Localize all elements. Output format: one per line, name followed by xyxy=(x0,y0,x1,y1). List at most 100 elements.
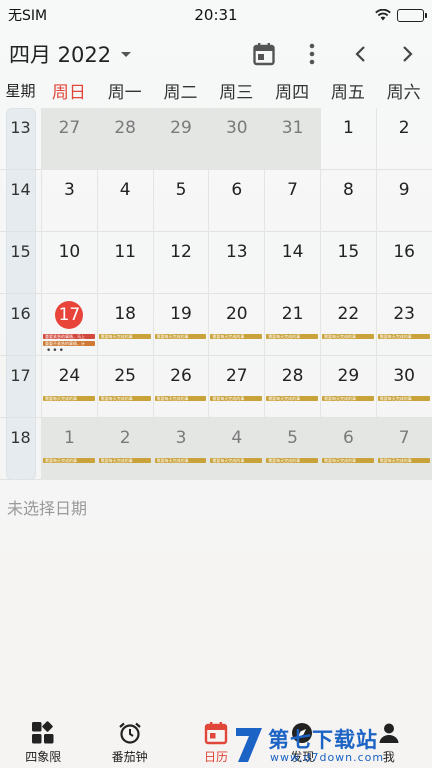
day-cell[interactable]: 13 xyxy=(208,232,264,294)
day-cell[interactable]: 11 xyxy=(96,232,153,294)
event-chip[interactable]: 需要每天完成的事 xyxy=(266,458,318,463)
day-cell[interactable]: 4 需要每天完成的事 xyxy=(208,418,265,480)
event-chip[interactable]: 需要每天完成的事 xyxy=(210,458,263,463)
day-cell[interactable]: 9 xyxy=(375,170,432,232)
more-menu-button[interactable] xyxy=(288,34,336,74)
day-cell[interactable]: 7 需要每天完成的事 xyxy=(375,418,432,480)
event-chip[interactable]: 需要每天完成的事 xyxy=(210,396,263,401)
day-cell[interactable]: 28 需要每天完成的事 xyxy=(264,356,320,418)
day-cell[interactable]: 6 需要每天完成的事 xyxy=(319,418,376,480)
day-cell[interactable]: 1 xyxy=(319,108,376,170)
day-cell[interactable]: 6 xyxy=(208,170,264,232)
today-marker: 17 xyxy=(55,301,84,329)
previous-month-button[interactable] xyxy=(336,34,384,74)
battery-icon xyxy=(397,8,427,22)
event-chip[interactable]: 重要紧急的事情，马上 xyxy=(43,334,95,339)
event-chip[interactable]: 需要每天完成的事 xyxy=(154,458,207,463)
day-cell[interactable]: 19 需要每天完成的事 xyxy=(152,294,209,356)
day-cell[interactable]: 23 需要每天完成的事 xyxy=(375,294,432,356)
nav-pomodoro[interactable]: 番茄钟 xyxy=(86,718,172,768)
day-cell[interactable]: 28 xyxy=(96,108,153,170)
day-cell[interactable]: 5 xyxy=(152,170,209,232)
day-cell[interactable]: 25 需要每天完成的事 xyxy=(96,356,153,418)
day-cell[interactable]: 30 xyxy=(208,108,265,170)
day-number: 19 xyxy=(170,304,192,324)
day-cell[interactable]: 12 xyxy=(152,232,209,294)
event-chip[interactable]: 需要每天完成的事 xyxy=(321,334,374,339)
event-chip[interactable]: 需要每天完成的事 xyxy=(154,396,207,401)
status-bar: 无SIM 20:31 xyxy=(0,0,432,30)
day-number: 29 xyxy=(337,366,360,386)
event-chip[interactable]: 需要每天完成的事 xyxy=(266,396,318,401)
event-chip[interactable]: 需要每天完成的事 xyxy=(43,458,95,463)
nav-label: 日历 xyxy=(203,750,228,764)
event-chip[interactable]: 需要每天完成的事 xyxy=(98,396,151,401)
event-chip[interactable]: 需要每天完成的事 xyxy=(98,334,151,339)
day-cell[interactable]: 7 xyxy=(264,170,320,232)
day-cell[interactable]: 14 xyxy=(264,232,320,294)
day-number: 6 xyxy=(342,428,354,448)
week-number: 15 xyxy=(10,242,31,261)
week-number: 14 xyxy=(10,180,31,199)
week-number: 16 xyxy=(10,304,31,323)
day-cell[interactable]: 10 xyxy=(41,232,97,294)
event-chip[interactable]: 需要每天完成的事 xyxy=(321,396,374,401)
event-chip[interactable]: 需要每天完成的事 xyxy=(154,334,207,339)
day-cell[interactable]: 27 xyxy=(41,108,97,170)
event-title: 需要每天完成的事 xyxy=(323,334,356,339)
day-number: 30 xyxy=(225,118,248,138)
day-cell[interactable]: 8 xyxy=(319,170,376,232)
day-cell[interactable]: 31 xyxy=(264,108,320,170)
day-cell[interactable]: 29 需要每天完成的事 xyxy=(319,356,376,418)
day-number: 22 xyxy=(337,304,360,324)
event-chip[interactable]: 需要每天完成的事 xyxy=(210,334,263,339)
day-cell[interactable]: 21 需要每天完成的事 xyxy=(264,294,320,356)
week-row: 15 10 11 12 13 14 15 16 xyxy=(0,232,432,294)
day-cell[interactable]: 16 xyxy=(375,232,432,294)
calendar-icon xyxy=(204,722,228,745)
week-number: 18 xyxy=(10,428,31,447)
day-cell[interactable]: 26 需要每天完成的事 xyxy=(152,356,209,418)
month-picker[interactable]: 四月 2022 xyxy=(9,39,132,69)
today-button[interactable] xyxy=(240,34,288,74)
day-number: 6 xyxy=(231,180,243,200)
day-cell[interactable]: 30 需要每天完成的事 xyxy=(375,356,432,418)
event-chip[interactable]: 需要每天完成的事 xyxy=(377,334,430,339)
event-title: 重要紧急的事情，马上 xyxy=(45,334,85,339)
day-cell[interactable]: 3 需要每天完成的事 xyxy=(152,418,209,480)
day-cell[interactable]: 2 xyxy=(375,108,432,170)
day-cell[interactable]: 3 xyxy=(41,170,97,232)
day-cell-today[interactable]: 17 重要紧急的事情，马上 重要不紧急的事情，计 ••• xyxy=(41,294,97,356)
day-cell[interactable]: 18 需要每天完成的事 xyxy=(96,294,153,356)
watermark: 第七下载站 www.d7down.com xyxy=(232,720,422,768)
day-cell[interactable]: 27 需要每天完成的事 xyxy=(208,356,264,418)
event-chip[interactable]: 需要每天完成的事 xyxy=(377,396,430,401)
weekday-sunday: 周日 xyxy=(51,83,86,103)
event-chip[interactable]: 需要每天完成的事 xyxy=(266,334,318,339)
quadrant-icon xyxy=(32,721,54,744)
event-title: 需要每天完成的事 xyxy=(212,334,245,339)
event-chip[interactable]: 需要每天完成的事 xyxy=(43,396,95,401)
event-chip[interactable]: 需要每天完成的事 xyxy=(377,458,430,463)
day-cell[interactable]: 15 xyxy=(319,232,376,294)
day-cell[interactable]: 1 需要每天完成的事 xyxy=(41,418,97,480)
event-title: 需要每天完成的事 xyxy=(268,334,301,339)
day-number: 5 xyxy=(287,428,298,448)
event-chip[interactable]: 需要每天完成的事 xyxy=(98,458,151,463)
day-cell[interactable]: 29 xyxy=(152,108,209,170)
event-title: 需要每天完成的事 xyxy=(268,458,301,463)
event-chip[interactable]: 需要每天完成的事 xyxy=(321,458,374,463)
day-number: 2 xyxy=(119,428,131,448)
nav-quadrant[interactable]: 四象限 xyxy=(0,718,86,768)
day-cell[interactable]: 20 需要每天完成的事 xyxy=(208,294,264,356)
day-cell[interactable]: 5 需要每天完成的事 xyxy=(264,418,320,480)
day-cell[interactable]: 2 需要每天完成的事 xyxy=(96,418,153,480)
day-cell[interactable]: 24 需要每天完成的事 xyxy=(41,356,97,418)
week-row: 16 17 重要紧急的事情，马上 重要不紧急的事情，计 ••• 18 需要每天完成… xyxy=(0,294,432,356)
day-cell[interactable]: 22 需要每天完成的事 xyxy=(319,294,376,356)
next-month-button[interactable] xyxy=(384,34,432,74)
weekday-monday: 周一 xyxy=(107,83,142,103)
day-cell[interactable]: 4 xyxy=(96,170,153,232)
day-number: 16 xyxy=(393,242,415,262)
day-number: 10 xyxy=(58,242,81,262)
